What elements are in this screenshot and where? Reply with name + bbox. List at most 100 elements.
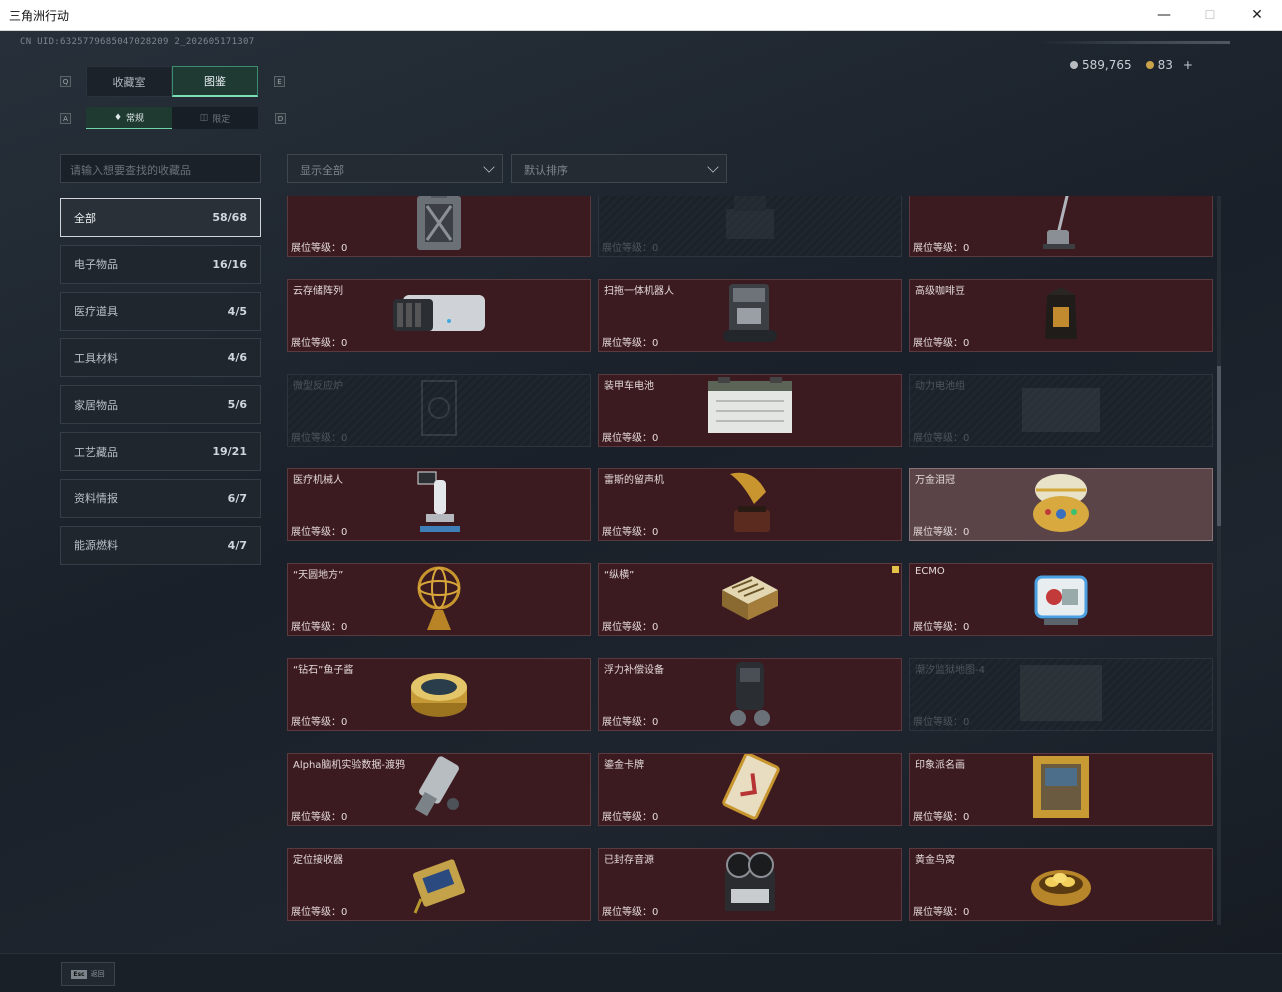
category-item[interactable]: 资料情报 6/7	[60, 478, 261, 518]
battery-icon	[702, 375, 798, 445]
collection-card[interactable]: 印象派名画展位等级：0	[909, 752, 1213, 826]
collection-card[interactable]: Alpha脑机实验数据-渡鸦 展位等级：0	[287, 752, 591, 826]
collection-card[interactable]: 高级咖啡豆 展位等级：0	[909, 278, 1213, 352]
item-level: 展位等级：0	[913, 811, 970, 823]
item-level: 展位等级：0	[602, 906, 659, 918]
tab-catalog[interactable]: 图鉴	[172, 66, 258, 97]
item-level: 展位等级：0	[291, 432, 348, 444]
grid-scrollbar[interactable]	[1217, 196, 1221, 925]
battery-pack-icon	[1016, 378, 1106, 442]
vacuum-mop-icon	[1041, 196, 1081, 256]
collection-card[interactable]: 雷斯的留声机 展位等级：0	[598, 468, 902, 542]
window-titlebar: 三角洲行动 — ☐ ✕	[0, 0, 1282, 31]
subtab-limited[interactable]: ◫ 限定	[172, 107, 258, 129]
category-item[interactable]: 全部 58/68	[60, 198, 261, 237]
scrollbar-thumb[interactable]	[1217, 366, 1221, 526]
collection-card[interactable]: 鎏金卡牌 展位等级：0	[598, 752, 902, 826]
machine-icon	[720, 196, 780, 253]
collection-card[interactable]: 潮汐监狱地图-4 展位等级：0	[909, 658, 1213, 731]
category-label: 资料情报	[74, 492, 118, 506]
category-item[interactable]: 能源燃料 4/7	[60, 525, 261, 565]
key-q-hint: Q	[60, 76, 71, 87]
collection-card[interactable]: 黄金鸟窝 展位等级：0	[909, 847, 1213, 921]
category-item[interactable]: 工具材料 4/6	[60, 338, 261, 378]
close-button[interactable]: ✕	[1234, 0, 1280, 30]
collection-card[interactable]: 展位等级：0	[598, 196, 902, 257]
sort-dropdown[interactable]: 默认排序	[511, 154, 727, 183]
collection-card[interactable]: 定位接收器展位等级：0	[287, 847, 591, 921]
item-level: 展位等级：0	[602, 243, 659, 254]
item-name: “钻石”鱼子酱	[293, 665, 354, 676]
collection-card[interactable]: 装甲车电池 展位等级：0	[598, 373, 902, 447]
item-level: 展位等级：0	[291, 717, 348, 728]
item-name: “天圆地方”	[293, 570, 344, 582]
category-item[interactable]: 医疗道具 4/5	[60, 291, 261, 331]
maximize-button[interactable]: ☐	[1187, 0, 1233, 30]
data-device-icon	[409, 754, 469, 824]
add-currency-icon[interactable]: +	[1183, 58, 1193, 72]
collection-card[interactable]: 动力电池组 展位等级：0	[909, 373, 1213, 447]
jeweled-egg-icon	[1030, 468, 1092, 542]
category-count: 4/5	[227, 304, 247, 318]
item-level: 展位等级：0	[291, 906, 348, 918]
collection-card[interactable]: 已封存音源 展位等级：0	[598, 847, 902, 921]
search-input[interactable]: 请输入想要查找的收藏品	[60, 154, 261, 183]
category-count: 19/21	[212, 445, 247, 458]
item-level: 展位等级：0	[291, 527, 348, 539]
item-name: “纵横”	[604, 570, 635, 582]
filter-dropdown[interactable]: 显示全部	[287, 154, 503, 183]
golden-nest-icon	[1028, 854, 1094, 914]
chevron-down-icon	[483, 161, 495, 173]
item-level: 展位等级：0	[913, 432, 970, 444]
flame-icon: ♦	[113, 112, 123, 123]
currency-coins: 589,765	[1070, 58, 1132, 72]
key-e-hint: E	[274, 76, 285, 87]
sort-value: 默认排序	[524, 164, 568, 177]
item-level: 展位等级：0	[602, 717, 659, 728]
collection-card[interactable]: “钻石”鱼子酱 展位等级：0	[287, 658, 591, 731]
item-name: 定位接收器	[293, 854, 343, 866]
key-d-hint: D	[275, 113, 286, 124]
collection-card[interactable]: 浮力补偿设备 展位等级：0	[598, 658, 902, 731]
category-label: 医疗道具	[74, 305, 118, 319]
back-button[interactable]: Esc 返回	[61, 962, 115, 986]
category-item[interactable]: 家居物品 5/6	[60, 385, 261, 425]
category-label: 家居物品	[74, 398, 118, 412]
item-name: 雷斯的留声机	[604, 475, 664, 487]
item-name: 医疗机械人	[293, 475, 343, 487]
item-level: 展位等级：0	[291, 811, 348, 823]
esc-key-icon: Esc	[71, 969, 87, 979]
item-name: 黄金鸟窝	[915, 854, 955, 866]
filter-value: 显示全部	[300, 164, 344, 177]
collection-card[interactable]: 展位等级：0	[287, 196, 591, 257]
collection-card[interactable]: “纵横” 展位等级：0	[598, 563, 902, 637]
item-name: 印象派名画	[915, 759, 965, 771]
collection-card[interactable]: 展位等级：0	[909, 196, 1213, 257]
item-name: 鎏金卡牌	[604, 759, 644, 771]
collection-card[interactable]: 医疗机械人展位等级：0	[287, 468, 591, 542]
gilded-card-icon	[717, 752, 783, 824]
back-label: 返回	[90, 970, 105, 978]
chess-box-icon	[718, 572, 782, 628]
silver-coin-icon	[1070, 61, 1078, 69]
item-level: 展位等级：0	[602, 527, 659, 539]
category-item[interactable]: 电子物品 16/16	[60, 244, 261, 284]
item-name: ECMO	[915, 566, 945, 578]
minimize-button[interactable]: —	[1141, 0, 1187, 30]
currency-bar: 589,765 83 +	[1070, 58, 1193, 72]
map-icon	[1016, 661, 1106, 729]
collection-card[interactable]: 微型反应炉 展位等级：0	[287, 373, 591, 447]
collection-card[interactable]: 扫拖一体机器人 展位等级：0	[598, 278, 902, 352]
collection-card[interactable]: 云存储阵列 展位等级：0	[287, 278, 591, 352]
collection-card[interactable]: ECMO 展位等级：0	[909, 563, 1213, 637]
main-tabs: 收藏室 图鉴	[86, 66, 258, 97]
collection-grid: 展位等级：0 展位等级：0 展位等级：0 云存储阵列 展位等级：0 扫拖一体机器人 展位等级…	[287, 196, 1213, 925]
category-label: 工具材料	[74, 351, 118, 365]
tab-collection-room[interactable]: 收藏室	[86, 66, 172, 97]
collection-card[interactable]: “天圆地方” 展位等级：0	[287, 563, 591, 637]
collection-card[interactable]: 万金泪冠 展位等级：0	[909, 468, 1213, 542]
premium-value: 83	[1157, 58, 1173, 72]
category-item[interactable]: 工艺藏品 19/21	[60, 432, 261, 471]
currency-premium[interactable]: 83 +	[1145, 58, 1193, 72]
subtab-regular[interactable]: ♦ 常规	[86, 107, 172, 129]
